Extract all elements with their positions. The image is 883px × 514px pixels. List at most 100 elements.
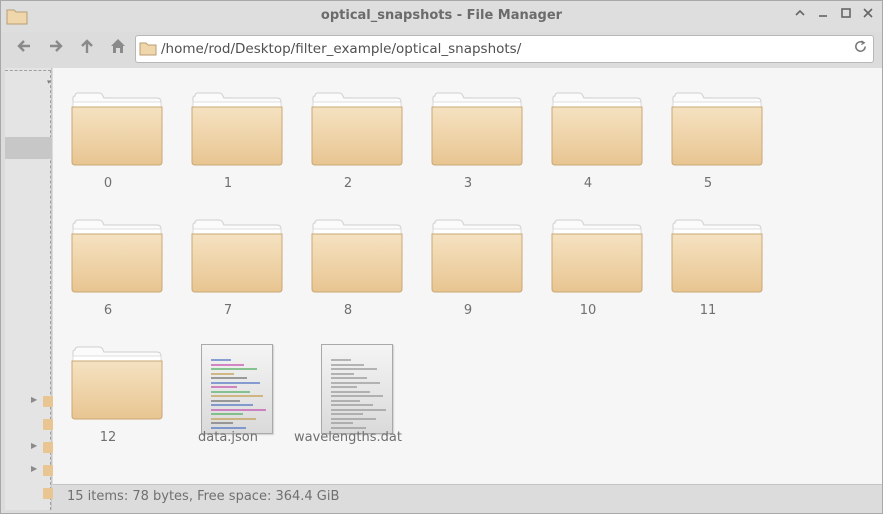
folder-icon xyxy=(43,488,53,499)
item-label: 10 xyxy=(579,303,597,318)
folder-icon xyxy=(311,219,403,293)
text-line xyxy=(331,404,373,406)
titlebar[interactable]: optical_snapshots - File Manager xyxy=(1,1,882,32)
expand-arrow-icon[interactable]: ▶ xyxy=(31,395,37,404)
address-bar[interactable] xyxy=(135,35,874,63)
item-label: 3 xyxy=(463,176,473,191)
item-label: 11 xyxy=(699,303,717,318)
text-line xyxy=(331,359,351,361)
text-line xyxy=(211,408,266,411)
expand-arrow-icon[interactable]: ▶ xyxy=(31,464,37,473)
text-line xyxy=(211,363,244,366)
folder-item[interactable]: 8 xyxy=(293,195,403,318)
text-line xyxy=(211,413,243,415)
item-label: 1 xyxy=(223,176,233,191)
maximize-icon xyxy=(841,8,851,18)
folder-icon xyxy=(551,219,643,293)
minimize-icon xyxy=(819,15,827,17)
folder-item[interactable]: 1 xyxy=(173,68,283,191)
home-button[interactable] xyxy=(105,37,131,63)
side-pane[interactable]: ▾ ▶ ▶ ▶ xyxy=(5,68,53,510)
up-button[interactable] xyxy=(74,37,100,63)
item-label: 12 xyxy=(99,430,117,445)
text-line xyxy=(211,390,250,393)
back-button[interactable] xyxy=(11,37,37,63)
maximize-button[interactable] xyxy=(837,7,855,25)
folder-item[interactable]: 5 xyxy=(653,68,763,191)
folder-icon xyxy=(671,92,763,166)
minimize-button[interactable] xyxy=(814,7,832,25)
item-label: 0 xyxy=(103,176,113,191)
folder-item[interactable]: 11 xyxy=(653,195,763,318)
text-line xyxy=(211,372,234,375)
collapse-button[interactable] xyxy=(791,7,809,25)
folder-icon xyxy=(431,219,523,293)
text-line xyxy=(331,408,386,411)
home-icon xyxy=(111,39,125,53)
tree-item[interactable] xyxy=(31,487,53,501)
tree-item[interactable]: ▶ xyxy=(31,441,53,455)
folder-item[interactable]: 0 xyxy=(53,68,163,191)
text-line xyxy=(211,399,240,402)
tree-item[interactable]: ▶ xyxy=(31,395,53,409)
item-label: 5 xyxy=(703,176,713,191)
text-line xyxy=(331,413,363,415)
folder-item[interactable]: 9 xyxy=(413,195,523,318)
folder-icon xyxy=(191,92,283,166)
caret-down-icon: ▾ xyxy=(47,78,51,86)
text-line xyxy=(211,381,260,384)
file-item[interactable]: data.json xyxy=(173,322,283,445)
text-line xyxy=(211,368,257,370)
text-line xyxy=(331,417,376,420)
file-item[interactable]: wavelengths.dat xyxy=(293,322,403,445)
text-line xyxy=(211,395,263,397)
folder-icon xyxy=(71,346,163,420)
json-file-icon xyxy=(201,344,273,434)
file-manager-window: optical_snapshots - File Manager /home/r… xyxy=(0,0,883,514)
status-text: 15 items: 78 bytes, Free space: 364.4 Gi… xyxy=(67,489,340,504)
close-icon xyxy=(863,8,873,18)
folder-icon xyxy=(551,92,643,166)
close-button[interactable] xyxy=(859,7,877,25)
text-line xyxy=(331,426,366,429)
item-label: 6 xyxy=(103,303,113,318)
item-label: 9 xyxy=(463,303,473,318)
text-line xyxy=(211,404,253,406)
text-file-icon xyxy=(321,344,393,434)
folder-icon xyxy=(671,219,763,293)
tree-item[interactable]: ▶ xyxy=(31,464,53,478)
item-label: 2 xyxy=(343,176,353,191)
status-bar: 15 items: 78 bytes, Free space: 364.4 Gi… xyxy=(53,484,882,510)
text-line xyxy=(211,377,247,379)
folder-icon xyxy=(71,92,163,166)
text-line xyxy=(331,395,383,397)
folder-item[interactable]: 7 xyxy=(173,195,283,318)
text-line xyxy=(331,399,360,402)
folder-icon xyxy=(43,419,53,430)
folder-icon xyxy=(431,92,523,166)
text-line xyxy=(331,390,370,393)
expand-arrow-icon[interactable]: ▶ xyxy=(31,441,37,450)
forward-button[interactable] xyxy=(43,37,69,63)
folder-item[interactable]: 4 xyxy=(533,68,643,191)
folder-item[interactable]: 2 xyxy=(293,68,403,191)
folder-icon xyxy=(43,442,53,453)
folder-item[interactable]: 10 xyxy=(533,195,643,318)
reload-icon[interactable] xyxy=(853,39,868,54)
path-input[interactable] xyxy=(161,39,841,59)
folder-item[interactable]: 12 xyxy=(53,322,163,445)
folder-item[interactable]: 6 xyxy=(53,195,163,318)
folder-icon xyxy=(139,42,157,56)
text-line xyxy=(211,417,256,420)
text-line xyxy=(211,359,231,361)
folder-item[interactable]: 3 xyxy=(413,68,523,191)
item-label: 8 xyxy=(343,303,353,318)
item-label: data.json xyxy=(198,430,258,445)
chevron-up-icon xyxy=(795,9,805,16)
file-view[interactable]: 0 1 2 3 4 5 6 7 8 9 10 11 12 data.json w… xyxy=(53,68,882,484)
folder-icon xyxy=(191,219,283,293)
toolbar xyxy=(1,32,882,68)
item-label: wavelengths.dat xyxy=(294,430,402,445)
selected-place[interactable] xyxy=(5,137,51,159)
tree-item[interactable] xyxy=(31,418,53,432)
